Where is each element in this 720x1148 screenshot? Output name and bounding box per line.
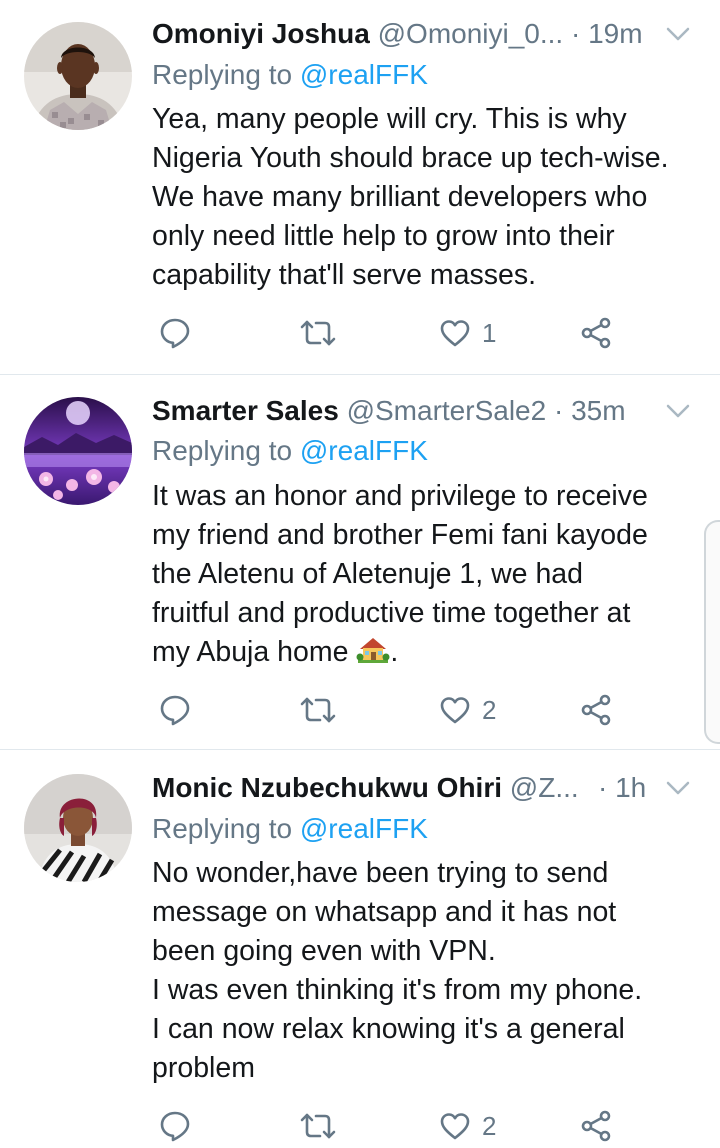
- replying-to: Replying to @realFFK: [152, 55, 428, 95]
- retweet-button[interactable]: [300, 311, 336, 355]
- tweet-text-suffix: .: [390, 636, 399, 668]
- retweet-icon: [300, 1113, 336, 1139]
- separator-dot: ·: [553, 395, 564, 426]
- chevron-down-icon[interactable]: [666, 401, 690, 421]
- retweet-icon: [300, 320, 336, 346]
- scroll-handle[interactable]: [704, 520, 720, 744]
- tweet-header: Omoniyi Joshua @Omoniyi_0... · 19m: [152, 14, 700, 54]
- retweet-button[interactable]: [300, 1104, 336, 1148]
- share-button[interactable]: [580, 1104, 612, 1148]
- like-icon: [440, 697, 470, 724]
- tweet-header: Monic Nzubechukwu Ohiri @Z... · 1h: [152, 768, 700, 808]
- share-button[interactable]: [580, 311, 612, 355]
- tweet-header: Smarter Sales @SmarterSale2 · 35m: [152, 391, 700, 431]
- time-wrap: · 1h: [598, 768, 646, 808]
- mention-link[interactable]: @realFFK: [300, 59, 428, 90]
- like-count: 1: [482, 317, 497, 348]
- like-icon: [440, 320, 470, 347]
- tweet-actions: 2: [152, 1104, 632, 1148]
- like-button[interactable]: 2: [440, 688, 496, 732]
- like-count: 2: [482, 1110, 497, 1141]
- like-icon: [440, 1113, 470, 1140]
- like-button[interactable]: 2: [440, 1104, 496, 1148]
- tweet-text: No wonder,have been trying to send messa…: [152, 857, 643, 1084]
- retweet-button[interactable]: [300, 688, 336, 732]
- share-icon: [581, 1110, 611, 1142]
- tweet-3[interactable]: Monic Nzubechukwu Ohiri @Z... · 1h Reply…: [0, 750, 720, 1142]
- replying-to: Replying to @realFFK: [152, 431, 428, 471]
- user-handle[interactable]: @SmarterSale2: [347, 395, 547, 426]
- avatar[interactable]: [24, 774, 132, 882]
- display-name[interactable]: Omoniyi Joshua: [152, 18, 370, 49]
- house-with-garden-icon: [356, 638, 390, 663]
- mention-link[interactable]: @realFFK: [300, 813, 428, 844]
- user-handle[interactable]: @Omoniyi_0...: [378, 18, 564, 49]
- tweet-2[interactable]: Smarter Sales @SmarterSale2 · 35m Replyi…: [0, 375, 720, 749]
- chevron-down-icon[interactable]: [666, 24, 690, 44]
- timestamp[interactable]: 35m: [571, 395, 625, 426]
- separator-dot: ·: [598, 772, 608, 803]
- reply-icon: [160, 1111, 190, 1142]
- tweet-actions: 2: [152, 688, 632, 732]
- reply-icon: [160, 318, 190, 349]
- timestamp[interactable]: 1h: [615, 772, 646, 803]
- tweet-actions: 1: [152, 311, 632, 355]
- timestamp[interactable]: 19m: [588, 18, 642, 49]
- display-name[interactable]: Monic Nzubechukwu Ohiri: [152, 772, 502, 803]
- reply-icon: [160, 695, 190, 726]
- like-count: 2: [482, 694, 497, 725]
- user-handle[interactable]: @Z...: [510, 772, 579, 803]
- share-icon: [581, 317, 611, 349]
- display-name[interactable]: Smarter Sales: [152, 395, 339, 426]
- replying-to-label: Replying to: [152, 435, 293, 466]
- reply-button[interactable]: [160, 311, 190, 355]
- tweet-1[interactable]: Omoniyi Joshua @Omoniyi_0... · 19m Reply…: [0, 0, 720, 374]
- tweet-text-content: It was an honor and privilege to receive…: [152, 480, 648, 668]
- avatar[interactable]: [24, 22, 132, 130]
- like-button[interactable]: 1: [440, 311, 496, 355]
- tweet-text: It was an honor and privilege to receive…: [152, 477, 702, 672]
- chevron-down-icon[interactable]: [666, 778, 690, 798]
- mention-link[interactable]: @realFFK: [300, 435, 428, 466]
- share-button[interactable]: [580, 688, 612, 732]
- separator-dot: ·: [571, 18, 581, 49]
- replying-to: Replying to @realFFK: [152, 809, 428, 849]
- replying-to-label: Replying to: [152, 59, 293, 90]
- avatar[interactable]: [24, 397, 132, 505]
- replying-to-label: Replying to: [152, 813, 293, 844]
- tweet-text: Yea, many people will cry. This is why N…: [152, 103, 669, 291]
- retweet-icon: [300, 697, 336, 723]
- share-icon: [581, 694, 611, 726]
- reply-button[interactable]: [160, 688, 190, 732]
- reply-button[interactable]: [160, 1104, 190, 1148]
